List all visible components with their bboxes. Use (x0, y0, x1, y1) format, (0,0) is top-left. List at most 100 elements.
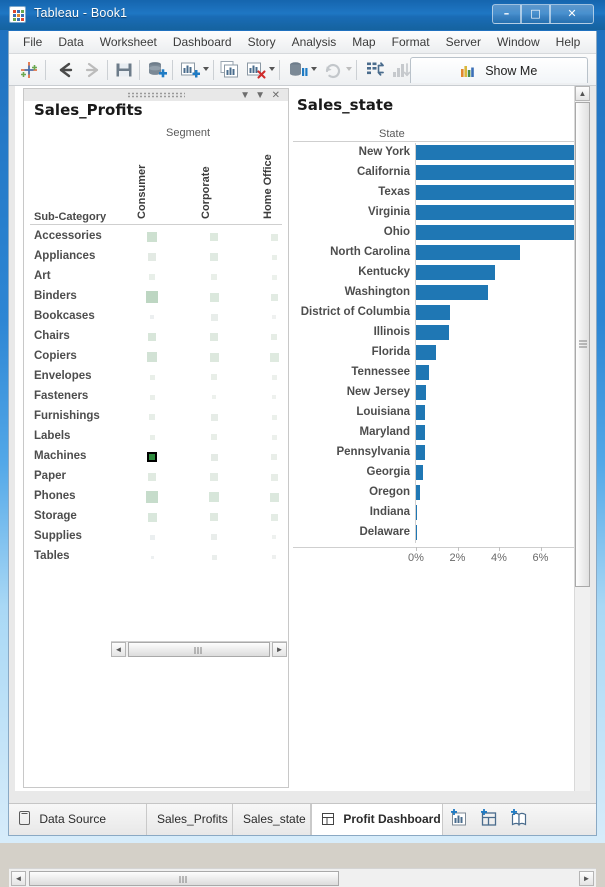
heatmap-cell[interactable] (150, 315, 154, 319)
heatmap-cell[interactable] (270, 233, 278, 241)
tab-data-source[interactable]: Data Source (9, 804, 147, 835)
heatmap-cell[interactable] (148, 253, 156, 261)
heatmap-cell[interactable] (272, 395, 276, 399)
bar-mark[interactable] (416, 305, 451, 320)
bar-mark[interactable] (416, 425, 426, 440)
bar-mark[interactable] (416, 505, 418, 520)
bar-mark[interactable] (416, 485, 421, 500)
heatmap-cell[interactable] (210, 453, 218, 461)
heatmap-horizontal-scrollbar[interactable]: ◄ ► (111, 641, 287, 657)
bar-mark[interactable] (416, 265, 495, 280)
heatmap-cell[interactable] (149, 534, 155, 540)
maximize-button[interactable]: □ (521, 4, 550, 24)
scrollbar-thumb[interactable] (29, 871, 339, 886)
heatmap-cell[interactable] (211, 554, 217, 560)
minimize-button[interactable]: – (492, 4, 521, 24)
heatmap-cell[interactable] (272, 315, 276, 319)
heatmap-cell[interactable] (211, 534, 217, 540)
heatmap-cell[interactable] (210, 313, 218, 321)
heatmap-cell[interactable] (147, 352, 157, 362)
heatmap-cell[interactable] (210, 473, 218, 481)
swap-rows-columns-icon[interactable] (364, 59, 386, 81)
scrollbar-thumb[interactable] (128, 642, 270, 657)
menu-help[interactable]: Help (548, 31, 589, 53)
heatmap-cell[interactable] (210, 333, 218, 341)
heatmap-cell[interactable] (148, 473, 156, 481)
heatmap-cell[interactable] (210, 233, 218, 241)
heatmap-cell[interactable] (209, 352, 219, 362)
new-worksheet-icon[interactable] (179, 59, 201, 81)
heatmap-cell[interactable] (210, 413, 218, 421)
heatmap-cell[interactable] (212, 395, 216, 399)
tab-sales-profits[interactable]: Sales_Profits (147, 804, 233, 835)
new-worksheet-button[interactable] (449, 809, 473, 831)
dashboard-horizontal-scrollbar[interactable]: ◄ ► (9, 868, 596, 887)
show-me-button[interactable]: Show Me (410, 57, 588, 83)
heatmap-cell[interactable] (147, 512, 157, 522)
heatmap-cell[interactable] (149, 274, 155, 280)
bar-mark[interactable] (416, 205, 585, 220)
menu-map[interactable]: Map (344, 31, 383, 53)
menu-file[interactable]: File (15, 31, 50, 53)
back-arrow-icon[interactable] (55, 59, 77, 81)
heatmap-cell[interactable] (271, 254, 277, 260)
scroll-right-arrow-icon[interactable]: ► (579, 871, 594, 886)
bar-mark[interactable] (416, 285, 488, 300)
heatmap-cell[interactable] (210, 513, 218, 521)
heatmap-cell[interactable] (150, 555, 154, 559)
heatmap-cell[interactable] (272, 555, 276, 559)
heatmap-cell[interactable] (211, 374, 217, 380)
close-button[interactable]: ✕ (550, 4, 594, 24)
tab-sales-state[interactable]: Sales_state (233, 804, 311, 835)
scrollbar-thumb[interactable] (575, 102, 590, 587)
menu-worksheet[interactable]: Worksheet (92, 31, 165, 53)
bar-mark[interactable] (416, 245, 520, 260)
heatmap-cell[interactable] (149, 414, 155, 420)
heatmap-cell[interactable] (149, 434, 155, 440)
chevron-down-icon[interactable]: ▼ (240, 90, 250, 101)
sort-ascending-icon[interactable] (390, 59, 412, 81)
bar-mark[interactable] (416, 525, 418, 540)
new-data-source-icon[interactable] (146, 59, 168, 81)
heatmap-cell[interactable] (271, 334, 277, 340)
menu-story[interactable]: Story (240, 31, 284, 53)
close-icon[interactable]: ✕ (272, 90, 280, 101)
scroll-left-arrow-icon[interactable]: ◄ (11, 871, 26, 886)
worksheet-panel-sales-profits[interactable]: ▼ ▼ ✕ Sales_Profits Segment Consumer Cor… (23, 88, 289, 788)
bar-mark[interactable] (416, 365, 429, 380)
bar-mark[interactable] (416, 385, 426, 400)
heatmap-cell[interactable] (271, 374, 277, 380)
heatmap-cell[interactable] (271, 274, 277, 280)
worksheet-panel-sales-state[interactable]: Sales_state State New York California Texa… (293, 88, 585, 788)
bar-mark[interactable] (416, 225, 585, 240)
new-story-button[interactable] (509, 809, 533, 831)
heatmap-cell[interactable] (271, 434, 277, 440)
tab-profit-dashboard[interactable]: Profit Dashboard (311, 804, 443, 835)
bar-mark[interactable] (416, 325, 450, 340)
heatmap-cell[interactable] (269, 352, 279, 362)
pause-refresh-icon[interactable] (287, 59, 309, 81)
menu-dashboard[interactable]: Dashboard (165, 31, 240, 53)
heatmap-cell[interactable] (209, 292, 219, 302)
heatmap-cell[interactable] (209, 492, 219, 502)
scroll-right-arrow-icon[interactable]: ► (272, 642, 287, 657)
tableau-logo-icon[interactable] (18, 59, 40, 81)
panel-drag-handle[interactable]: ▼ ▼ ✕ (24, 89, 288, 101)
scroll-up-arrow-icon[interactable]: ▲ (575, 86, 590, 101)
heatmap-cell[interactable] (149, 394, 155, 400)
menu-server[interactable]: Server (438, 31, 489, 53)
bar-mark[interactable] (416, 345, 436, 360)
chevron-down-icon[interactable] (269, 67, 275, 71)
menu-data[interactable]: Data (50, 31, 91, 53)
forward-arrow-icon[interactable] (81, 59, 103, 81)
heatmap-cell[interactable] (270, 293, 278, 301)
heatmap-cell[interactable] (147, 452, 157, 462)
heatmap-cell[interactable] (270, 513, 278, 521)
menu-analysis[interactable]: Analysis (284, 31, 345, 53)
heatmap-cell[interactable] (271, 454, 277, 460)
duplicate-sheet-icon[interactable] (219, 59, 241, 81)
chevron-down-icon[interactable] (203, 67, 209, 71)
chevron-down-icon[interactable] (346, 67, 352, 71)
save-icon[interactable] (113, 59, 135, 81)
bar-mark[interactable] (416, 185, 585, 200)
